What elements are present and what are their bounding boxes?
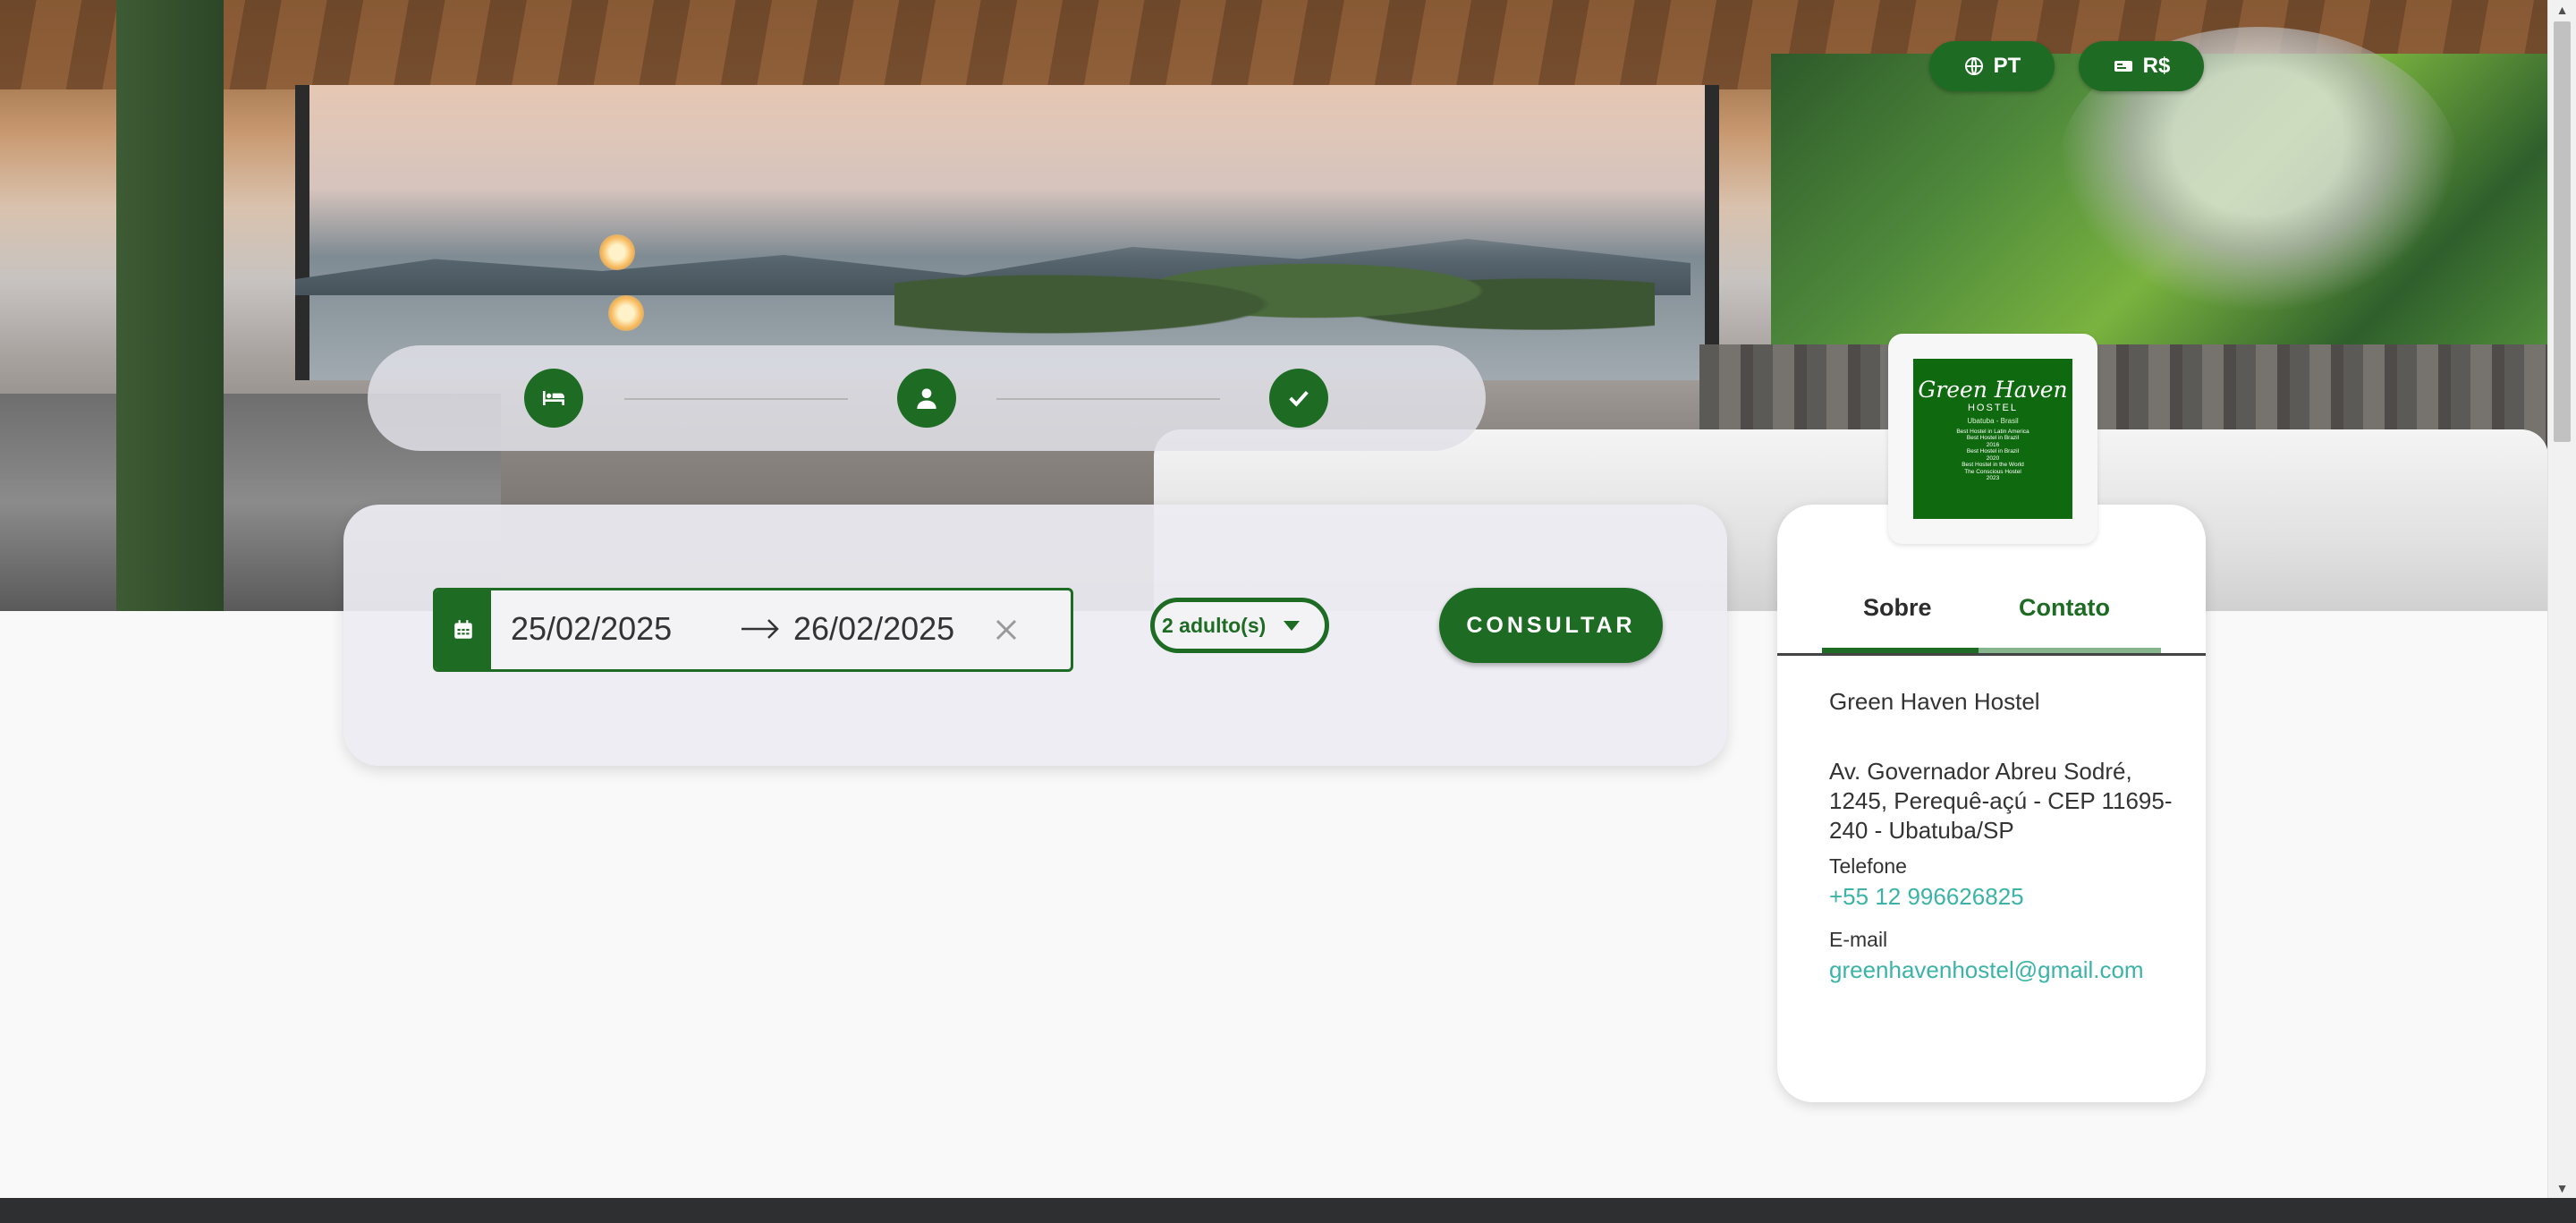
hero-trees bbox=[894, 224, 1655, 358]
search-button[interactable]: CONSULTAR bbox=[1439, 588, 1663, 663]
phone-label: Telefone bbox=[1829, 854, 1907, 878]
scroll-up-icon[interactable]: ▲ bbox=[2548, 0, 2576, 20]
logo-awards: Best Hostel in Latin America Best Hostel… bbox=[1913, 429, 2072, 482]
tab-about[interactable]: Sobre bbox=[1863, 594, 1932, 622]
bed-icon bbox=[543, 391, 564, 405]
checkout-date[interactable]: 26/02/2025 bbox=[793, 610, 954, 648]
award-line: 2020 bbox=[1986, 454, 2000, 462]
step-guest bbox=[897, 369, 956, 428]
email-link[interactable]: greenhavenhostel@gmail.com bbox=[1829, 956, 2144, 984]
tab-contact[interactable]: Contato bbox=[2019, 594, 2110, 622]
checkin-date[interactable]: 25/02/2025 bbox=[511, 610, 672, 648]
email-label: E-mail bbox=[1829, 928, 1888, 951]
step-confirm bbox=[1269, 369, 1328, 428]
logo-frame: Green Haven HOSTEL Ubatuba - Brasil Best… bbox=[1888, 334, 2097, 544]
logo-sub: HOSTEL bbox=[1967, 403, 2018, 413]
hero-lamp bbox=[599, 234, 635, 270]
info-tabs: Sobre Contato bbox=[1822, 594, 2206, 646]
caret-down-icon bbox=[1284, 621, 1301, 631]
award-line: Best Hostel in Brazil bbox=[1966, 448, 2020, 455]
scroll-down-icon[interactable]: ▼ bbox=[2548, 1178, 2576, 1198]
date-range-picker[interactable]: 25/02/2025 26/02/2025 bbox=[433, 588, 1073, 672]
hero-left-wall bbox=[116, 0, 224, 611]
booking-steps bbox=[368, 345, 1486, 451]
hostel-info-card: Sobre Contato Green Haven Hostel Av. Gov… bbox=[1777, 505, 2206, 1102]
award-line: Best Hostel in Brazil bbox=[1966, 435, 2020, 442]
vertical-scrollbar[interactable]: ▲ ▼ bbox=[2547, 0, 2576, 1198]
guests-label: 2 adulto(s) bbox=[1162, 613, 1267, 637]
language-button[interactable]: PT bbox=[1929, 41, 2055, 91]
award-line: The Conscious Hostel bbox=[1964, 468, 2021, 475]
close-icon[interactable] bbox=[992, 616, 1021, 644]
award-line: Best Hostel in the World bbox=[1962, 462, 2024, 469]
check-icon bbox=[1289, 390, 1309, 407]
phone-link[interactable]: +55 12 996626825 bbox=[1829, 883, 2024, 911]
tabs-divider bbox=[1777, 653, 2206, 656]
hostel-address: Av. Governador Abreu Sodré, 1245, Perequ… bbox=[1829, 758, 2173, 844]
logo-brand: Green Haven bbox=[1918, 377, 2068, 403]
award-line: 2023 bbox=[1986, 475, 2000, 482]
hostel-logo: Green Haven HOSTEL Ubatuba - Brasil Best… bbox=[1913, 359, 2072, 519]
hostel-name: Green Haven Hostel bbox=[1829, 688, 2040, 715]
hero-lamp bbox=[608, 295, 644, 331]
step-room bbox=[524, 369, 583, 428]
globe-icon bbox=[1964, 57, 1983, 75]
language-label: PT bbox=[1993, 54, 2021, 78]
currency-button[interactable]: R$ bbox=[2079, 41, 2204, 91]
award-line: 2016 bbox=[1986, 441, 2000, 448]
currency-label: R$ bbox=[2142, 54, 2171, 78]
step-connector bbox=[624, 398, 848, 400]
step-connector bbox=[996, 398, 1220, 400]
award-line: Best Hostel in Latin America bbox=[1956, 429, 2029, 435]
logo-place: Ubatuba - Brasil bbox=[1967, 417, 2019, 425]
guests-select[interactable]: 2 adulto(s) bbox=[1150, 598, 1329, 653]
scroll-thumb[interactable] bbox=[2554, 21, 2571, 442]
bottom-bar bbox=[0, 1198, 2576, 1223]
calendar-icon bbox=[454, 620, 472, 639]
search-panel: 25/02/2025 26/02/2025 2 adulto(s) CONSUL… bbox=[343, 505, 1727, 766]
calendar-button[interactable] bbox=[436, 590, 491, 669]
user-icon bbox=[917, 388, 936, 409]
money-bill-icon bbox=[2114, 61, 2132, 72]
arrow-right-icon bbox=[741, 619, 779, 639]
